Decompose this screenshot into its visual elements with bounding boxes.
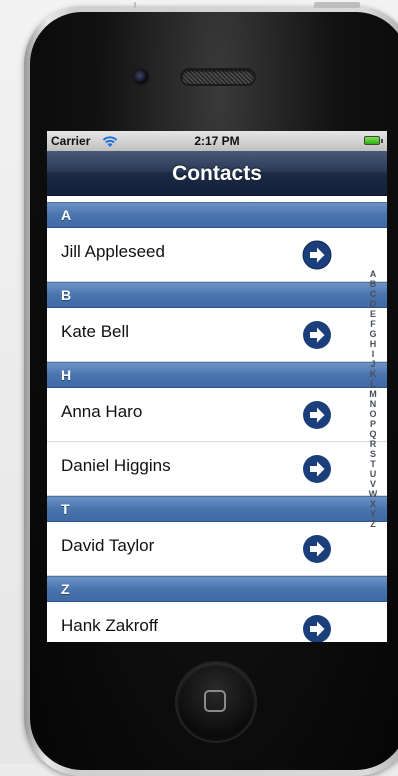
contact-name: David Taylor [61,536,155,555]
section-header-z: Z [47,576,387,602]
section-header-t: T [47,496,387,522]
front-camera [134,70,148,84]
phone-screen: Carrier 2:17 PM Contacts A Jill Applesee… [47,131,387,642]
index-letter[interactable]: W [367,489,379,499]
index-letter[interactable]: R [367,439,379,449]
contact-name: Kate Bell [61,322,130,341]
index-letter[interactable]: M [367,389,379,399]
battery-icon [364,136,380,145]
contact-row[interactable]: Jill Appleseed [47,228,387,282]
power-button [314,2,360,8]
index-letter[interactable]: N [367,399,379,409]
index-letter[interactable]: C [367,289,379,299]
index-letter[interactable]: L [367,379,379,389]
index-letter[interactable]: J [367,359,379,369]
index-letter[interactable]: X [367,499,379,509]
index-letter[interactable]: V [367,479,379,489]
index-letter[interactable]: H [367,339,379,349]
section-header-a: A [47,202,387,228]
index-letter[interactable]: A [367,269,379,279]
index-letter[interactable]: U [367,469,379,479]
contact-row[interactable]: Hank Zakroff [47,602,387,642]
index-letter[interactable]: T [367,459,379,469]
contact-row[interactable]: David Taylor [47,522,387,576]
index-letter[interactable]: Q [367,429,379,439]
detail-disclosure-icon[interactable] [302,400,332,430]
index-letter[interactable]: K [367,369,379,379]
index-letter[interactable]: P [367,419,379,429]
ringer-switch [134,2,136,8]
status-bar: Carrier 2:17 PM [47,131,387,151]
detail-disclosure-icon[interactable] [302,534,332,564]
index-letter[interactable]: Z [367,519,379,529]
section-header-b: B [47,282,387,308]
navigation-bar: Contacts [47,151,387,196]
contact-row[interactable]: Daniel Higgins [47,442,387,496]
contact-name: Jill Appleseed [61,242,165,261]
earpiece-speaker [182,70,254,84]
contacts-list[interactable]: A Jill Appleseed B Kate Bell H Anna Haro [47,202,387,642]
section-header-h: H [47,362,387,388]
contact-name: Daniel Higgins [61,456,171,475]
detail-disclosure-icon[interactable] [302,240,332,270]
battery-terminal [381,139,383,143]
index-letter[interactable]: B [367,279,379,289]
home-button[interactable] [177,663,255,741]
contact-name: Hank Zakroff [61,616,159,635]
index-letter[interactable]: O [367,409,379,419]
index-letter[interactable]: G [367,329,379,339]
contact-row[interactable]: Anna Haro [47,388,387,442]
index-letter[interactable]: Y [367,509,379,519]
index-letter[interactable]: F [367,319,379,329]
index-letter[interactable]: S [367,449,379,459]
index-letter[interactable]: D [367,299,379,309]
home-square-icon [204,690,226,712]
detail-disclosure-icon[interactable] [302,320,332,350]
detail-disclosure-icon[interactable] [302,454,332,484]
detail-disclosure-icon[interactable] [302,614,332,642]
index-letter[interactable]: I [367,349,379,359]
contact-row[interactable]: Kate Bell [47,308,387,362]
index-letter[interactable]: E [367,309,379,319]
status-time: 2:17 PM [194,134,240,148]
section-index-bar[interactable]: A B C D E F G H I J K L M N O P Q R S T … [367,269,379,529]
contact-name: Anna Haro [61,402,143,421]
nav-title: Contacts [172,162,262,185]
